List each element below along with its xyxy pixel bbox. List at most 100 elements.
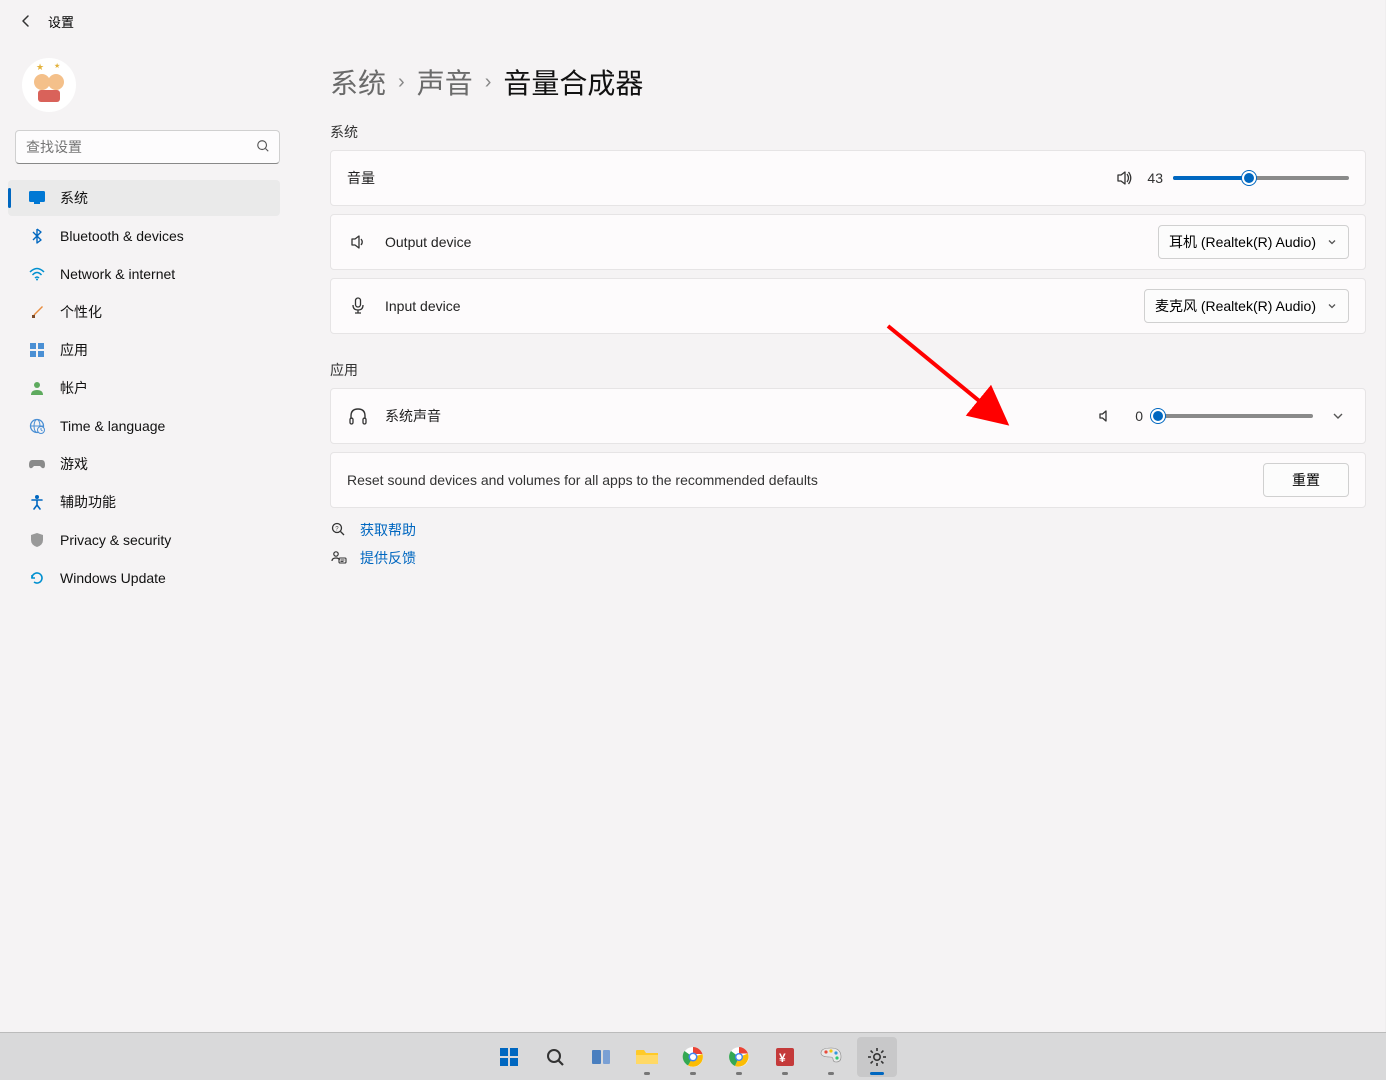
breadcrumb-system[interactable]: 系统 [330,62,386,102]
reset-button[interactable]: 重置 [1263,463,1349,497]
help-link-row: ? 获取帮助 [330,520,1366,540]
system-sounds-label: 系统声音 [385,406,441,426]
chevron-down-icon [1326,236,1338,248]
output-device-value: 耳机 (Realtek(R) Audio) [1169,232,1316,252]
back-button[interactable] [10,5,42,37]
chrome-colored-icon [682,1046,704,1068]
card-input-device: Input device 麦克风 (Realtek(R) Audio) [330,278,1366,334]
sidebar-item-accounts[interactable]: 帐户 [8,370,280,406]
feedback-icon [330,550,348,566]
sidebar-item-system[interactable]: 系统 [8,180,280,216]
main-content: 系统 › 声音 › 音量合成器 系统 音量 43 Output device [330,62,1366,568]
card-volume: 音量 43 [330,150,1366,206]
system-icon [28,189,46,207]
get-help-link[interactable]: 获取帮助 [360,520,416,540]
sidebar-item-label: 辅助功能 [60,492,116,512]
microphone-icon [347,297,369,315]
globe-icon [28,417,46,435]
windows-icon [498,1046,520,1068]
taskbar-chrome-canary[interactable] [673,1037,713,1077]
reset-text: Reset sound devices and volumes for all … [347,472,818,488]
taskbar-chrome[interactable] [719,1037,759,1077]
input-device-dropdown[interactable]: 麦克风 (Realtek(R) Audio) [1144,289,1349,323]
system-sounds-slider[interactable] [1153,406,1313,426]
feedback-link-row: 提供反馈 [330,548,1366,568]
sidebar-item-privacy[interactable]: Privacy & security [8,522,280,558]
chevron-right-icon: › [398,71,405,94]
taskbar-settings[interactable] [857,1037,897,1077]
speaker-out-icon [347,233,369,251]
brush-icon [28,303,46,321]
search-icon [544,1046,566,1068]
taskbar: ¥ [0,1032,1386,1080]
gamepad-icon [28,455,46,473]
sidebar-item-label: 个性化 [60,302,102,322]
sidebar-item-personalization[interactable]: 个性化 [8,294,280,330]
sidebar-item-label: 帐户 [60,378,88,398]
sidebar-item-time[interactable]: Time & language [8,408,280,444]
palette-icon [819,1046,843,1068]
sidebar-item-label: Time & language [60,418,165,434]
speaker-icon[interactable] [1115,169,1133,187]
sidebar-item-gaming[interactable]: 游戏 [8,446,280,482]
taskbar-paint[interactable] [811,1037,851,1077]
sidebar-nav: 系统 Bluetooth & devices Network & interne… [0,180,300,596]
sidebar-item-label: 系统 [60,188,88,208]
sidebar-item-label: Network & internet [60,266,175,282]
speaker-muted-icon[interactable] [1097,408,1113,424]
gear-icon [866,1046,888,1068]
breadcrumb-current: 音量合成器 [503,62,643,102]
taskbar-taskview[interactable] [581,1037,621,1077]
taskview-icon [590,1046,612,1068]
taskbar-search[interactable] [535,1037,575,1077]
sidebar-item-label: Windows Update [60,570,166,586]
sidebar-item-apps[interactable]: 应用 [8,332,280,368]
section-label-system: 系统 [330,122,1366,142]
input-label: Input device [385,298,461,314]
sidebar-item-label: 应用 [60,340,88,360]
svg-text:★: ★ [36,62,44,72]
breadcrumb: 系统 › 声音 › 音量合成器 [330,62,1366,102]
output-label: Output device [385,234,471,250]
taskbar-start[interactable] [489,1037,529,1077]
sidebar-item-update[interactable]: Windows Update [8,560,280,596]
sidebar-item-bluetooth[interactable]: Bluetooth & devices [8,218,280,254]
wifi-icon [28,265,46,283]
avatar-image: ★ ★ [24,60,74,110]
sidebar-item-label: 游戏 [60,454,88,474]
chevron-right-icon: › [485,71,492,94]
svg-text:★: ★ [54,62,60,70]
expand-button[interactable] [1327,405,1349,427]
person-icon [28,379,46,397]
sidebar: ★ ★ 系统 Bluetooth & devices Network & int… [0,42,300,598]
avatar[interactable]: ★ ★ [22,58,76,112]
output-device-dropdown[interactable]: 耳机 (Realtek(R) Audio) [1158,225,1349,259]
svg-text:¥: ¥ [779,1051,786,1065]
sidebar-item-label: Privacy & security [60,532,171,548]
accessibility-icon [28,493,46,511]
update-icon [28,569,46,587]
chrome-icon [728,1046,750,1068]
app-icon: ¥ [774,1046,796,1068]
apps-icon [28,341,46,359]
folder-icon [635,1047,659,1067]
search-input[interactable] [15,130,280,164]
volume-label: 音量 [347,168,375,188]
sidebar-item-network[interactable]: Network & internet [8,256,280,292]
volume-slider[interactable] [1173,168,1349,188]
card-reset: Reset sound devices and volumes for all … [330,452,1366,508]
volume-value: 43 [1143,170,1163,186]
chevron-down-icon [1326,300,1338,312]
breadcrumb-sound[interactable]: 声音 [417,62,473,102]
help-icon: ? [330,522,348,538]
input-device-value: 麦克风 (Realtek(R) Audio) [1155,296,1316,316]
sidebar-item-accessibility[interactable]: 辅助功能 [8,484,280,520]
feedback-link[interactable]: 提供反馈 [360,548,416,568]
taskbar-app-pinned-1[interactable]: ¥ [765,1037,805,1077]
sidebar-item-label: Bluetooth & devices [60,228,184,244]
bluetooth-icon [28,227,46,245]
taskbar-explorer[interactable] [627,1037,667,1077]
card-output-device: Output device 耳机 (Realtek(R) Audio) [330,214,1366,270]
shield-icon [28,531,46,549]
headphones-icon [347,407,369,425]
